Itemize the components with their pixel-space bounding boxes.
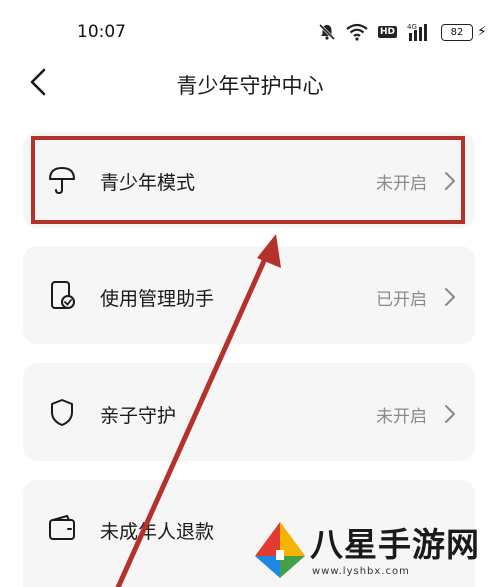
chevron-right-icon (445, 405, 455, 423)
mute-icon (318, 23, 336, 41)
status-time: 10:07 (77, 22, 126, 42)
usage-manager-status: 已开启 (376, 290, 427, 310)
usage-manager-label: 使用管理助手 (100, 288, 215, 310)
shield-icon (51, 399, 73, 426)
status-bar: 10:07 HD 4G 82 ⚡ (0, 0, 500, 62)
parental-guard-item[interactable]: 亲子守护 未开启 (23, 363, 475, 461)
wifi-icon (346, 23, 368, 41)
wallet-icon (49, 515, 75, 540)
parental-guard-status: 未开启 (376, 407, 427, 427)
chevron-right-icon (445, 288, 455, 306)
watermark-text: 八星手游网 (310, 525, 480, 564)
watermark-logo (255, 522, 305, 578)
battery-level: 82 (450, 26, 464, 38)
phone-check-icon (51, 281, 75, 309)
watermark: 八星手游网 www.lyshbx.com (250, 512, 500, 587)
charging-icon: ⚡ (477, 24, 487, 40)
hd-badge: HD (378, 26, 398, 38)
signal-icon: 4G (407, 23, 428, 41)
battery-indicator: 82 (441, 23, 474, 41)
parental-guard-label: 亲子守护 (100, 405, 177, 427)
page-title: 青少年守护中心 (176, 74, 324, 98)
watermark-url: www.lyshbx.com (312, 566, 410, 577)
nav-bar: 青少年守护中心 (0, 62, 500, 102)
network-type: 4G (407, 23, 417, 31)
minor-refund-label: 未成年人退款 (100, 521, 215, 543)
highlight-box (31, 136, 465, 224)
status-icons: HD 4G 82 ⚡ (318, 20, 487, 44)
usage-manager-item[interactable]: 使用管理助手 已开启 (23, 246, 475, 344)
